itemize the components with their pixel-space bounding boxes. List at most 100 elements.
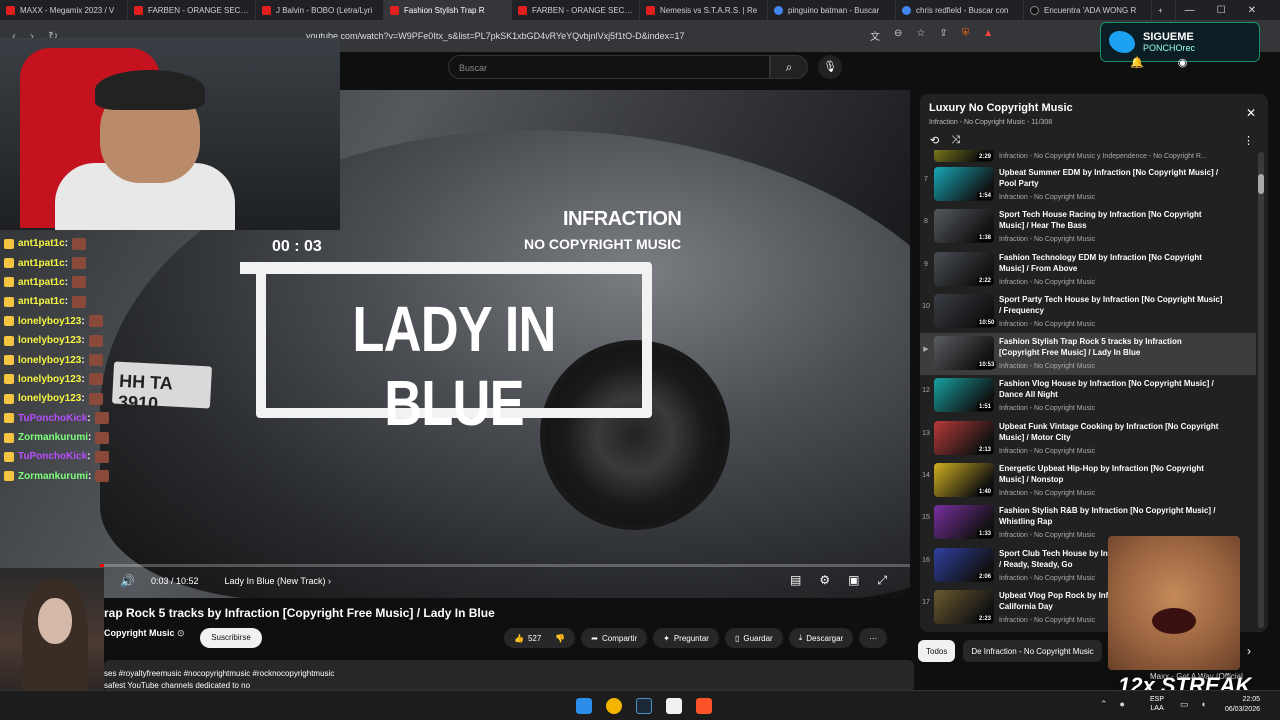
twitter-bird-icon bbox=[1109, 31, 1135, 53]
volume-icon[interactable]: 🔊 bbox=[120, 574, 135, 588]
channel-name[interactable]: Copyright Music ⊙ bbox=[104, 628, 185, 639]
bookmark-icon[interactable]: ☆ bbox=[916, 28, 925, 43]
bell-icon[interactable]: 🔔 bbox=[1130, 56, 1144, 69]
miniplayer-icon[interactable]: ▣ bbox=[848, 573, 859, 588]
microphone-icon[interactable]: 🎙 bbox=[818, 55, 842, 79]
playlist-item[interactable]: 10 10:50 Sport Party Tech House by Infract… bbox=[920, 291, 1256, 333]
scrollbar-thumb[interactable] bbox=[1258, 174, 1264, 194]
ask-label: Preguntar bbox=[673, 633, 709, 643]
steam-icon[interactable] bbox=[636, 698, 652, 714]
time-display: 0:03 / 10:52 bbox=[150, 576, 199, 586]
speaker-icon[interactable]: ◖ bbox=[1201, 699, 1206, 710]
browser-tab[interactable]: Fashion Stylish Trap R bbox=[384, 0, 512, 20]
playlist-item[interactable]: 14 1:40 Energetic Upbeat Hip-Hop by Infrac… bbox=[920, 460, 1256, 502]
streamer-hair bbox=[95, 70, 205, 110]
playlist-item[interactable]: 12 1:51 Fashion Vlog House by Infraction [… bbox=[920, 375, 1256, 417]
chat-message: lonelyboy123 : bbox=[4, 370, 144, 389]
maximize-icon[interactable]: ☐ bbox=[1217, 5, 1226, 16]
emote-icon bbox=[88, 334, 103, 347]
like-button[interactable]: 👍 527 👎 bbox=[504, 628, 576, 648]
language-indicator[interactable]: ESP LAA bbox=[1150, 695, 1164, 713]
playlist-item[interactable]: 9 2:22 Fashion Technology EDM by Infractio… bbox=[920, 249, 1256, 291]
emote-icon bbox=[72, 295, 87, 308]
download-button[interactable]: ⤓ Descargar bbox=[788, 628, 854, 648]
share-icon[interactable]: ⇪ bbox=[939, 28, 947, 43]
playlist-item[interactable]: 13 2:13 Upbeat Funk Vintage Cooking by Inf… bbox=[920, 418, 1256, 460]
tray-arrow-icon[interactable]: ⌃ bbox=[1100, 699, 1108, 710]
browser-tab[interactable]: chris redfield - Buscar con bbox=[896, 0, 1024, 20]
chip-all[interactable]: Todos bbox=[918, 640, 956, 662]
browser-tab[interactable]: Nemesis vs S.T.A.R.S. | Re bbox=[640, 0, 768, 20]
description-line-1: ses #royaltyfreemusic #nocopyrightmusic … bbox=[104, 669, 335, 678]
chips-next-icon[interactable]: › bbox=[1247, 644, 1251, 658]
description-box[interactable]: ses #royaltyfreemusic #nocopyrightmusic … bbox=[104, 660, 914, 692]
more-actions-button[interactable]: ⋯ bbox=[859, 628, 888, 648]
tray-mic-icon[interactable]: ● bbox=[1120, 699, 1125, 710]
browser-tab[interactable]: FARBEN - ORANGE SECTO bbox=[128, 0, 256, 20]
dislike-icon[interactable]: 👎 bbox=[555, 634, 565, 643]
chapter-title[interactable]: Lady In Blue (New Track) › bbox=[225, 576, 332, 586]
rewards-icon[interactable]: ▲ bbox=[983, 28, 993, 43]
save-button[interactable]: ▯ Guardar bbox=[724, 628, 783, 648]
chat-username: lonelyboy123 bbox=[18, 373, 82, 385]
google-icon bbox=[774, 5, 783, 15]
close-window-icon[interactable]: ✕ bbox=[1248, 5, 1256, 16]
item-channel: Infraction - No Copyright Music bbox=[999, 490, 1096, 498]
windows-start-icon[interactable] bbox=[576, 698, 592, 714]
brave-icon[interactable] bbox=[696, 698, 712, 714]
playlist-title[interactable]: Luxury No Copyright Music bbox=[929, 102, 1073, 114]
playlist-item[interactable]: 7 1:54 Upbeat Summer EDM by Infraction [No… bbox=[920, 164, 1256, 206]
settings-icon[interactable]: ⚙ bbox=[819, 573, 830, 588]
youtube-search-input[interactable]: Buscar bbox=[448, 55, 770, 79]
clock[interactable]: 22:05 06/03/2026 bbox=[1212, 695, 1260, 715]
playlist-item[interactable]: ▶ 10:53 Fashion Stylish Trap Rock 5 tracks… bbox=[920, 333, 1256, 376]
playlist-item[interactable]: 8 1:38 Sport Tech House Racing by Infracti… bbox=[920, 206, 1256, 248]
new-tab-icon[interactable]: + bbox=[1152, 0, 1176, 20]
translate-icon[interactable]: 文 bbox=[870, 28, 880, 43]
chrome-icon[interactable] bbox=[606, 698, 622, 714]
minimize-icon[interactable]: — bbox=[1185, 5, 1195, 16]
avatar[interactable]: ◉ bbox=[1178, 56, 1188, 69]
meme-mouth bbox=[1152, 608, 1196, 634]
duration-badge: 1:40 bbox=[977, 488, 994, 497]
duration-badge: 10:50 bbox=[977, 318, 997, 327]
share-button[interactable]: ➦ Compartir bbox=[581, 628, 648, 648]
file-icon[interactable] bbox=[666, 698, 682, 714]
badge-icon bbox=[4, 296, 14, 307]
badge-icon bbox=[4, 471, 14, 482]
playlist-menu-icon[interactable]: ⋮ bbox=[1243, 134, 1254, 147]
fullscreen-icon[interactable]: ⤢ bbox=[877, 573, 887, 588]
tab-label: Fashion Stylish Trap R bbox=[404, 5, 485, 15]
item-index: 9 bbox=[924, 260, 928, 268]
clock-date: 06/03/2026 bbox=[1224, 706, 1260, 713]
youtube-icon bbox=[518, 5, 527, 15]
chat-message: lonelyboy123 : bbox=[4, 331, 144, 350]
zoom-icon[interactable]: ⊖ bbox=[894, 28, 902, 43]
brave-shield-icon[interactable]: ⛨ bbox=[962, 28, 970, 43]
playlist-scrollbar[interactable] bbox=[1258, 152, 1264, 628]
chat-message: lonelyboy123 : bbox=[4, 350, 144, 369]
item-channel: Infraction - No Copyright Music bbox=[999, 236, 1096, 244]
network-icon[interactable]: ▭ bbox=[1180, 699, 1189, 710]
browser-tab[interactable]: pinguino batman - Buscar bbox=[768, 0, 896, 20]
chat-colon: : bbox=[81, 335, 85, 347]
chip-channel[interactable]: De Infraction - No Copyright Music bbox=[963, 640, 1102, 662]
playlist-item[interactable]: 2:29 Infraction - No Copyright Music y In… bbox=[920, 150, 1256, 164]
video-actions: 👍 527 👎 ➦ Compartir ✦ Preguntar ▯ Guardar ⤓ De… bbox=[504, 628, 888, 648]
shuffle-icon[interactable]: ⤨ bbox=[951, 134, 960, 147]
video-progress-bar[interactable] bbox=[100, 564, 910, 567]
item-channel: Infraction - No Copyright Music bbox=[999, 278, 1096, 286]
browser-tab[interactable]: Encuentra 'ADA WONG R bbox=[1024, 0, 1152, 20]
close-icon[interactable]: ✕ bbox=[1246, 106, 1256, 120]
browser-tab[interactable]: J Balvin - BOBO (Letra/Lyri bbox=[256, 0, 384, 20]
ask-button[interactable]: ✦ Preguntar bbox=[653, 628, 719, 648]
subtitles-icon[interactable]: ▤ bbox=[790, 573, 801, 588]
loop-icon[interactable]: ⟲ bbox=[930, 134, 939, 147]
search-icon[interactable]: ⌕ bbox=[770, 55, 808, 79]
like-count: 527 bbox=[527, 633, 542, 643]
browser-tab[interactable]: MAXX - Megamix 2023 / V bbox=[0, 0, 128, 20]
browser-tab[interactable]: FARBEN - ORANGE SECTO bbox=[512, 0, 640, 20]
emote-icon bbox=[95, 431, 110, 444]
subscribe-button[interactable]: Suscribirse bbox=[200, 628, 262, 648]
download-icon: ⤓ bbox=[798, 633, 803, 642]
